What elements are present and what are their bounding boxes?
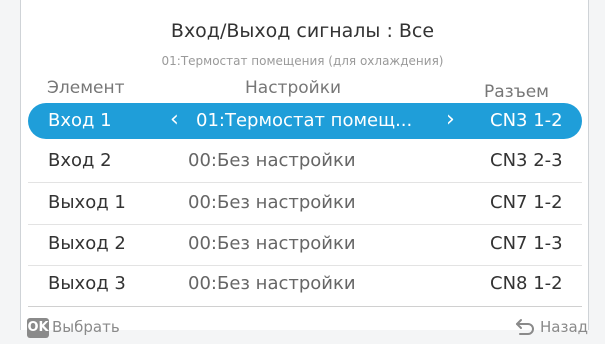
row-setting-value: 00:Без настройки	[188, 150, 356, 171]
io-row-output-2[interactable]: Выход 2 00:Без настройки CN7 1-3	[28, 226, 582, 262]
row-port: CN3 2-3	[490, 150, 563, 171]
row-setting-value: 00:Без настройки	[188, 273, 356, 294]
back-arrow-icon[interactable]	[514, 315, 536, 337]
row-setting-value: 00:Без настройки	[188, 233, 356, 254]
io-row-input-1[interactable]: Вход 1 ‹ 01:Термостат помещ... › CN3 1-2	[28, 103, 582, 139]
row-setting-value: 00:Без настройки	[188, 192, 356, 213]
row-element-name: Выход 2	[48, 233, 126, 254]
io-row-input-2[interactable]: Вход 2 00:Без настройки CN3 2-3	[28, 143, 582, 179]
back-label[interactable]: Назад	[540, 318, 588, 336]
row-setting-value: 01:Термостат помещ...	[196, 110, 413, 131]
row-element-name: Выход 1	[48, 192, 126, 213]
column-header-port: Разъем	[484, 82, 550, 102]
page-subtitle: 01:Термостат помещения (для охлаждения)	[161, 54, 444, 68]
chevron-right-icon[interactable]: ›	[446, 107, 455, 132]
footer-divider	[28, 306, 582, 307]
page-title: Вход/Выход сигналы : Все	[170, 20, 435, 42]
row-element-name: Выход 3	[48, 273, 126, 294]
row-port: CN7 1-2	[490, 192, 563, 213]
select-label[interactable]: Выбрать	[52, 318, 120, 336]
column-header-element: Элемент	[47, 78, 125, 98]
io-row-output-1[interactable]: Выход 1 00:Без настройки CN7 1-2	[28, 185, 582, 221]
ok-button-icon[interactable]: OK	[27, 318, 49, 338]
row-port: CN3 1-2	[490, 110, 563, 131]
row-element-name: Вход 2	[48, 150, 112, 171]
row-port: CN8 1-2	[490, 273, 563, 294]
row-port: CN7 1-3	[490, 233, 563, 254]
row-divider	[28, 182, 582, 183]
row-divider	[28, 224, 582, 225]
io-row-output-3[interactable]: Выход 3 00:Без настройки CN8 1-2	[28, 266, 582, 302]
column-header-settings: Настройки	[245, 78, 342, 98]
row-element-name: Вход 1	[48, 110, 112, 131]
chevron-left-icon[interactable]: ‹	[170, 107, 179, 132]
